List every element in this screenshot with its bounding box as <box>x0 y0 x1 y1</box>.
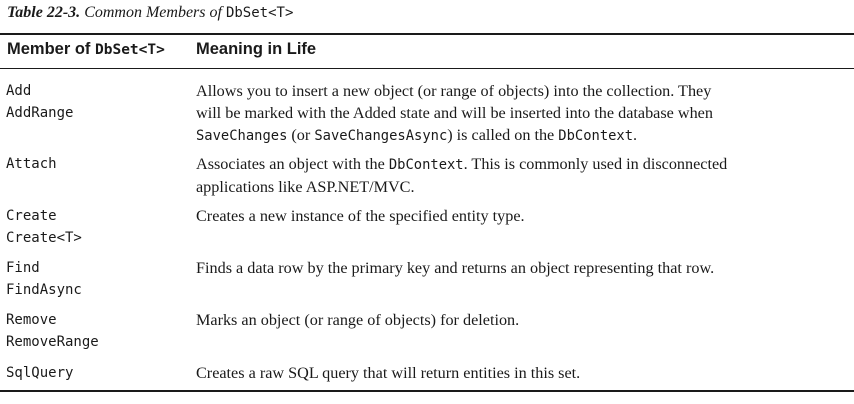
top-rule <box>0 33 854 35</box>
member-name: AddRange <box>6 105 74 121</box>
meaning-cell: Associates an object with the DbContext.… <box>196 153 836 198</box>
meaning-line: Associates an object with the DbContext.… <box>196 153 836 176</box>
caption-label: Table 22-3. <box>7 4 81 21</box>
meaning-text: . <box>633 126 638 144</box>
table-caption: Table 22-3. Common Members of DbSet<T> <box>7 4 293 22</box>
meaning-text: Marks an object (or range of objects) fo… <box>196 311 520 329</box>
meaning-text: will be marked with the Added state and … <box>196 104 713 122</box>
member-cell: Create Create<T> <box>6 205 82 249</box>
meaning-cell: Marks an object (or range of objects) fo… <box>196 309 836 331</box>
member-name: Remove <box>6 312 57 328</box>
member-cell: Add AddRange <box>6 80 73 124</box>
member-name: Create <box>6 208 57 224</box>
meaning-line: Creates a raw SQL query that will return… <box>196 362 836 384</box>
member-header-prefix: Member of <box>7 40 96 58</box>
member-name: SqlQuery <box>6 365 74 381</box>
meaning-line: SaveChanges (or SaveChangesAsync) is cal… <box>196 124 836 147</box>
meaning-cell: Finds a data row by the primary key and … <box>196 257 836 279</box>
inline-code: DbContext <box>558 128 634 144</box>
meaning-text: Creates a new instance of the specified … <box>196 207 525 225</box>
member-name: Create<T> <box>6 230 82 246</box>
meaning-cell: Creates a new instance of the specified … <box>196 205 836 227</box>
meaning-text: (or <box>287 126 315 144</box>
meaning-text: . This is commonly used in disconnected <box>463 155 728 173</box>
member-name: FindAsync <box>6 282 82 298</box>
member-cell: Attach <box>6 153 57 175</box>
meaning-text: Associates an object with the <box>196 155 389 173</box>
meaning-line: Marks an object (or range of objects) fo… <box>196 309 836 331</box>
caption-text: Common Members of <box>84 4 226 21</box>
member-name: Find <box>6 260 40 276</box>
meaning-text: Allows you to insert a new object (or ra… <box>196 82 712 100</box>
member-column-header: Member of DbSet<T> <box>7 40 165 59</box>
inline-code: DbContext <box>388 157 464 173</box>
member-name: RemoveRange <box>6 334 99 350</box>
member-cell: Find FindAsync <box>6 257 82 301</box>
meaning-line: applications like ASP.NET/MVC. <box>196 176 836 198</box>
bottom-rule <box>0 390 854 392</box>
meaning-line: will be marked with the Added state and … <box>196 102 836 124</box>
meaning-line: Allows you to insert a new object (or ra… <box>196 80 836 102</box>
meaning-text: Creates a raw SQL query that will return… <box>196 364 581 382</box>
member-name: Add <box>6 83 32 99</box>
member-header-code: DbSet<T> <box>95 42 165 58</box>
member-cell: Remove RemoveRange <box>6 309 99 353</box>
meaning-line: Creates a new instance of the specified … <box>196 205 836 227</box>
inline-code: SaveChanges <box>196 128 288 144</box>
meaning-text: ) is called on the <box>447 126 559 144</box>
member-cell: SqlQuery <box>6 362 73 384</box>
meaning-text: Finds a data row by the primary key and … <box>196 259 715 277</box>
meaning-line: Finds a data row by the primary key and … <box>196 257 836 279</box>
header-rule <box>0 68 854 69</box>
meaning-cell: Allows you to insert a new object (or ra… <box>196 80 836 147</box>
inline-code: SaveChangesAsync <box>314 128 448 144</box>
meaning-column-header: Meaning in Life <box>196 40 317 58</box>
member-name: Attach <box>6 156 57 172</box>
meaning-cell: Creates a raw SQL query that will return… <box>196 362 836 384</box>
meaning-text: applications like ASP.NET/MVC. <box>196 178 415 196</box>
caption-code: DbSet<T> <box>225 5 294 21</box>
